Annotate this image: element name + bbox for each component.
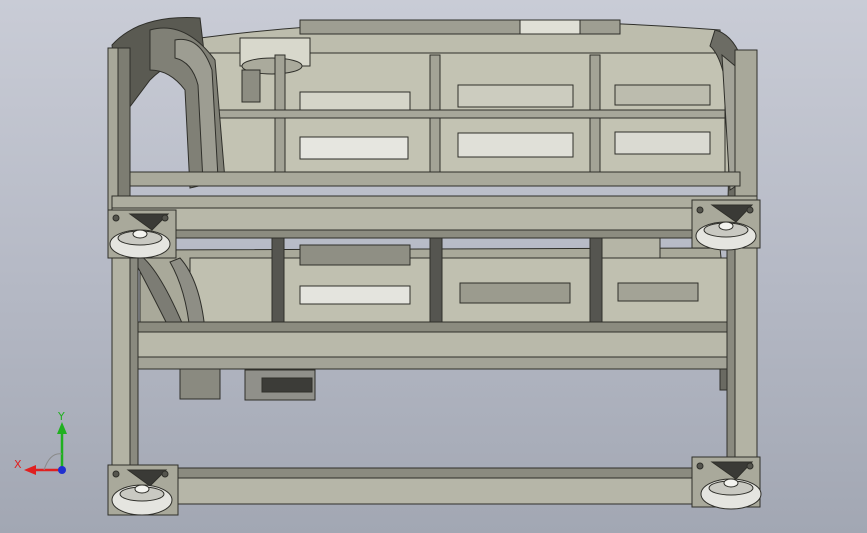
3d-viewport[interactable]: X Y	[0, 0, 867, 533]
frame-post-right-back	[734, 49, 758, 216]
coordinate-triad: X Y	[14, 410, 67, 475]
caster-rear-left	[111, 484, 173, 516]
caster-front-left	[109, 229, 171, 259]
x-axis-label: X	[14, 458, 22, 471]
caster-rear-right	[700, 478, 762, 510]
y-axis-label: Y	[57, 410, 65, 423]
lower-tray	[134, 231, 737, 401]
upper-tray	[189, 19, 731, 181]
upper-frame-rails	[111, 171, 758, 239]
assembly-model[interactable]	[0, 0, 867, 533]
caster-front-right	[695, 221, 757, 251]
